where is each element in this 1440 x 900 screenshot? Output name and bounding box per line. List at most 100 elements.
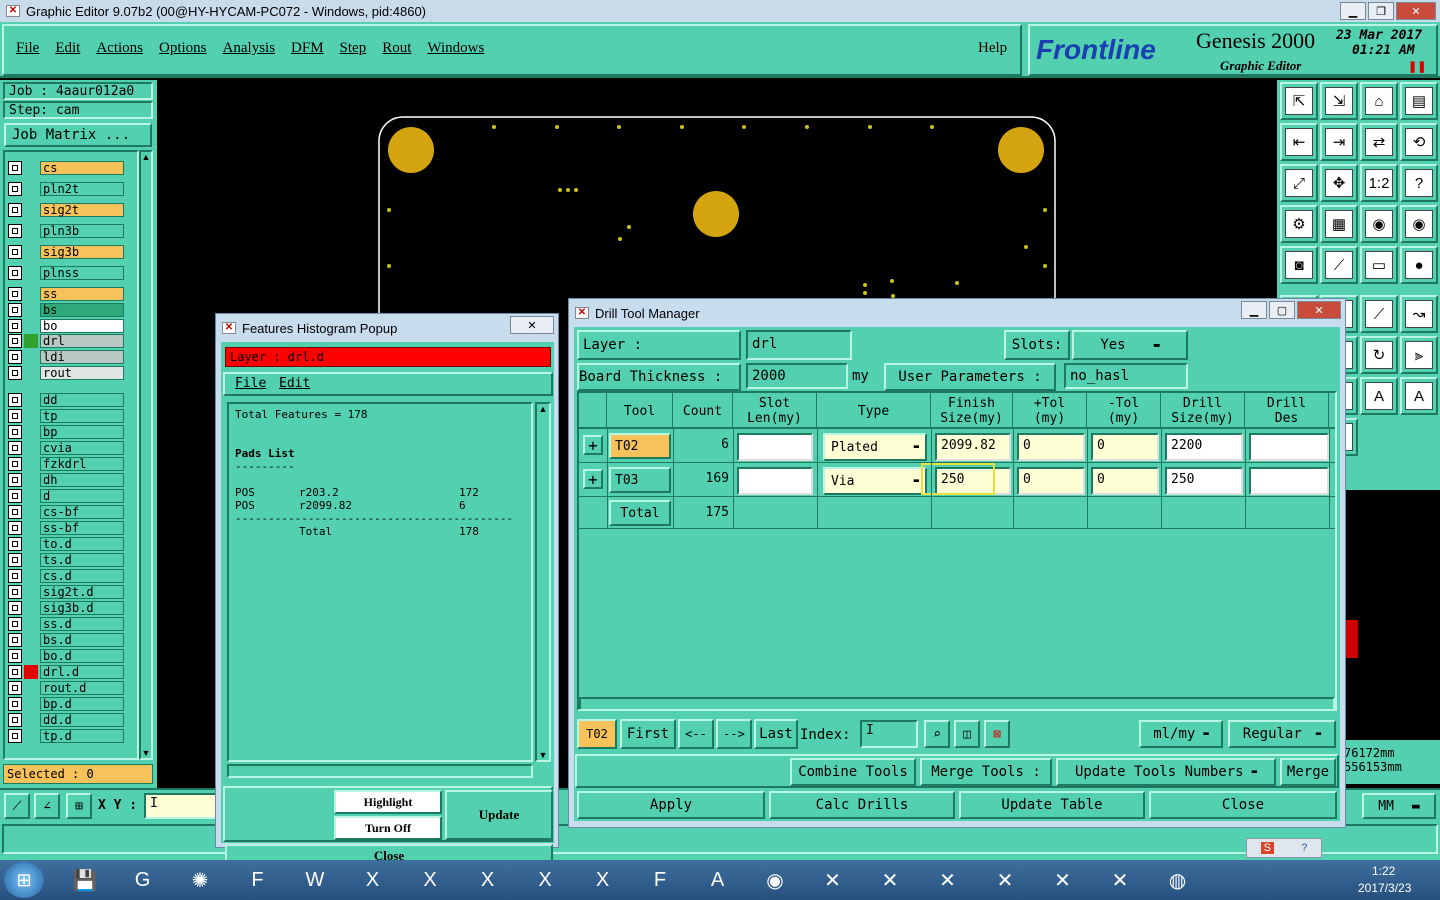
user-parameters-field[interactable]: no_hasl <box>1064 363 1188 389</box>
genesis-app-icon[interactable]: F <box>635 862 685 898</box>
layer-checkbox[interactable] <box>8 265 22 280</box>
job-matrix-button[interactable]: Job Matrix ... <box>4 123 152 147</box>
layer-checkbox[interactable] <box>8 318 22 333</box>
prev-button[interactable]: <-- <box>678 719 714 749</box>
scale-icon[interactable]: 1:2 <box>1360 164 1398 202</box>
layer-checkbox[interactable] <box>8 584 22 599</box>
layer-item-bo[interactable]: bo <box>8 318 124 333</box>
help-query-icon[interactable]: ? <box>1400 164 1438 202</box>
layer-checkbox[interactable] <box>8 181 22 196</box>
layer-item-sig3b[interactable]: sig3b <box>8 244 124 259</box>
layer-item-ldi[interactable]: ldi <box>8 349 124 364</box>
layer-item-drl-d[interactable]: drl.d <box>8 664 124 679</box>
layer-item-dd-d[interactable]: dd.d <box>8 712 124 727</box>
menu-actions[interactable]: Actions <box>96 40 143 57</box>
layer-checkbox[interactable] <box>8 349 22 364</box>
genesis-window-icon[interactable]: ✕ <box>980 862 1030 898</box>
layer-checkbox[interactable] <box>8 648 22 663</box>
layer-item-dh[interactable]: dh <box>8 472 124 487</box>
plus-tol-input[interactable]: 0 <box>1017 433 1085 461</box>
expand-row-button[interactable]: + <box>583 469 603 489</box>
layer-checkbox[interactable] <box>8 712 22 727</box>
slots-select[interactable]: Yes ▬ <box>1072 330 1188 360</box>
delete-tool-icon[interactable]: ⊠ <box>984 720 1010 748</box>
input-method-icon[interactable]: S <box>1260 842 1274 854</box>
snap-red2-icon[interactable]: ◉ <box>1400 205 1438 243</box>
type-select[interactable]: Plated ▬ <box>823 433 927 461</box>
search-tool-icon[interactable]: ⌕ <box>924 720 950 748</box>
apply-button[interactable]: Apply <box>577 791 765 819</box>
layer-checkbox[interactable] <box>8 488 22 503</box>
slot-len-input[interactable] <box>737 433 813 461</box>
excel-app-icon[interactable]: X <box>348 862 398 898</box>
close-window-button[interactable]: ✕ <box>1396 2 1436 20</box>
slot-len-input[interactable] <box>737 467 813 495</box>
house-icon[interactable]: ⌂ <box>1360 82 1398 120</box>
minus-tol-input[interactable]: 0 <box>1091 467 1159 495</box>
mirror2-icon[interactable]: ⫸ <box>1400 336 1438 374</box>
pan-right-icon[interactable]: ⇥ <box>1320 123 1358 161</box>
layer-item-bp[interactable]: bp <box>8 424 124 439</box>
mirror-icon[interactable]: ⇄ <box>1360 123 1398 161</box>
xy-input[interactable]: I <box>144 793 220 819</box>
layer-checkbox[interactable] <box>8 160 22 175</box>
triangle-b-icon[interactable]: A <box>1400 377 1438 415</box>
layer-checkbox[interactable] <box>8 664 22 679</box>
layer-checkbox[interactable] <box>8 552 22 567</box>
layer-field[interactable]: drl <box>746 330 852 360</box>
layer-checkbox[interactable] <box>8 202 22 217</box>
layer-checkbox[interactable] <box>8 568 22 583</box>
dtm-minimize-button[interactable]: ▁ <box>1241 301 1267 319</box>
layer-item-ss-bf[interactable]: ss-bf <box>8 520 124 535</box>
layer-checkbox[interactable] <box>8 680 22 695</box>
dot-icon[interactable]: ● <box>1400 246 1438 284</box>
plus-tol-input[interactable]: 0 <box>1017 467 1085 495</box>
access-app-icon[interactable]: A <box>693 862 743 898</box>
layer-item-drl[interactable]: drl <box>8 333 124 348</box>
combine-tools-button[interactable]: Combine Tools <box>790 758 916 786</box>
layer-item-sig3b-d[interactable]: sig3b.d <box>8 600 124 615</box>
layer-item-pln2t[interactable]: pln2t <box>8 181 124 196</box>
next-button[interactable]: --> <box>716 719 752 749</box>
layer-item-tp-d[interactable]: tp.d <box>8 728 124 743</box>
viewer-app-icon[interactable]: ◉ <box>750 862 800 898</box>
layer-item-bp-d[interactable]: bp.d <box>8 696 124 711</box>
rotate-icon[interactable]: ⟲ <box>1400 123 1438 161</box>
excel-app-icon[interactable]: X <box>520 862 570 898</box>
layer-checkbox[interactable] <box>8 696 22 711</box>
layer-item-rout[interactable]: rout <box>8 365 124 380</box>
regular-mode-select[interactable]: Regular ▬ <box>1228 720 1336 748</box>
expand-row-button[interactable]: + <box>583 435 603 455</box>
excel-app-icon[interactable]: X <box>463 862 513 898</box>
undo-icon[interactable]: ↻ <box>1360 336 1398 374</box>
pan-left-icon[interactable]: ⇤ <box>1280 123 1318 161</box>
drill-size-input[interactable]: 250 <box>1165 467 1243 495</box>
layer-item-fzkdrl[interactable]: fzkdrl <box>8 456 124 471</box>
layer-checkbox[interactable] <box>8 520 22 535</box>
center-icon[interactable]: ✥ <box>1320 164 1358 202</box>
layer-item-bs-d[interactable]: bs.d <box>8 632 124 647</box>
board-thickness-field[interactable]: 2000 <box>746 363 848 389</box>
layer-checkbox[interactable] <box>8 600 22 615</box>
genesis-window-icon[interactable]: ✕ <box>865 862 915 898</box>
layer-checkbox[interactable] <box>8 456 22 471</box>
units-select[interactable]: MM ▬ <box>1362 793 1436 819</box>
histogram-vscroll[interactable]: ▲ ▼ <box>535 402 551 762</box>
menu-file[interactable]: File <box>16 40 39 57</box>
layer-checkbox[interactable] <box>8 392 22 407</box>
genesis-window-icon[interactable]: ✕ <box>808 862 858 898</box>
route-icon[interactable]: ↝ <box>1400 295 1438 333</box>
menu-edit[interactable]: Edit <box>55 40 80 57</box>
layer-checkbox[interactable] <box>8 728 22 743</box>
merge-button[interactable]: Merge <box>1280 758 1336 786</box>
menu-rout[interactable]: Rout <box>382 40 411 57</box>
grid-toggle-icon[interactable]: ▦ <box>1320 205 1358 243</box>
first-button[interactable]: First <box>620 719 676 749</box>
connect2-icon[interactable]: ⟋ <box>1360 295 1398 333</box>
minimize-button[interactable]: ▁ <box>1340 2 1366 20</box>
layer-item-rout-d[interactable]: rout.d <box>8 680 124 695</box>
dtm-close-bottom-button[interactable]: Close <box>1149 791 1337 819</box>
table-hscroll[interactable] <box>579 697 1335 709</box>
update-tools-numbers-select[interactable]: Update Tools Numbers ▬ <box>1056 758 1276 786</box>
layer-checkbox[interactable] <box>8 333 22 348</box>
